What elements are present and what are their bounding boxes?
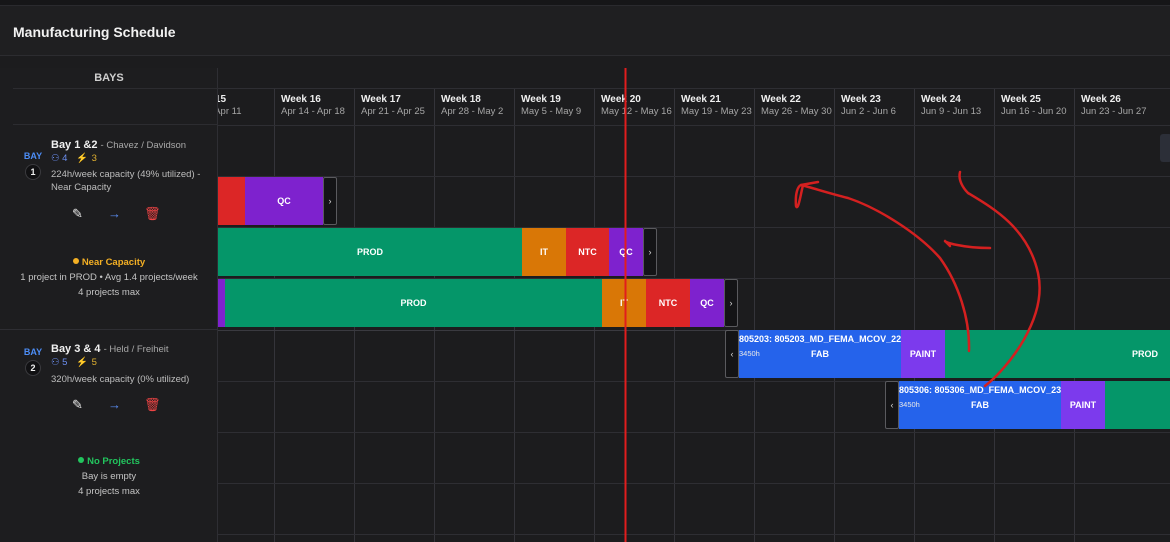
bay-capacity: 320h/week capacity (0% utilized) — [51, 374, 190, 385]
bay-name: Bay 3 & 4 - Held / Freiheit — [51, 343, 169, 355]
scrollbar-thumb[interactable] — [1160, 134, 1170, 162]
arrow-right-icon[interactable]: → — [108, 398, 121, 412]
bay-actions: ✎ → 🗑 — [72, 398, 162, 414]
bay-team: - Held / Freiheit — [103, 344, 169, 355]
bay-max: 4 projects max — [78, 287, 140, 298]
bay-state: No Projects — [0, 454, 218, 469]
users-icon: ⚇ — [51, 357, 60, 368]
bay-name-text: Bay 3 & 4 — [51, 343, 101, 355]
bay-team: - Chavez / Davidson — [100, 140, 187, 151]
bay-name-text: Bay 1 &2 — [51, 139, 98, 151]
window-top-strip — [0, 0, 1170, 6]
bay-capacity: 224h/week capacity (49% utilized) - Near… — [51, 169, 201, 193]
staff-count: 4 — [62, 153, 68, 164]
bays-header-spacer — [13, 88, 218, 125]
arrow-right-icon[interactable]: → — [108, 207, 121, 221]
annotation-arrow-head-1 — [943, 239, 992, 250]
power-count: 5 — [91, 357, 97, 368]
bolt-icon: ⚡ — [76, 153, 88, 164]
bay-row-2: BAY 2 Bay 3 & 4 - Held / Freiheit ⚇ 5 ⚡ … — [0, 330, 218, 542]
bay-badge: BAY 2 — [22, 347, 44, 376]
bay-state-text: No Projects — [87, 456, 140, 467]
status-dot — [72, 258, 79, 264]
bay-name: Bay 1 &2 - Chavez / Davidson — [51, 139, 186, 151]
bay-stats: ⚇ 5 ⚡ 5 — [51, 357, 97, 368]
pencil-icon[interactable]: ✎ — [72, 398, 83, 412]
bay-state: Near Capacity — [0, 255, 218, 270]
bays-header: BAYS — [94, 72, 124, 84]
bay-state-text: Near Capacity — [81, 257, 146, 268]
trash-icon[interactable]: 🗑 — [144, 398, 161, 412]
bay-number: 1 — [25, 164, 41, 180]
bay-tag: BAY — [23, 151, 43, 161]
bay-number: 2 — [25, 360, 41, 376]
bay-status: No Projects Bay is empty 4 projects max — [0, 454, 218, 499]
power-count: 3 — [91, 153, 97, 164]
bay-actions: ✎ → 🗑 — [72, 207, 162, 223]
status-dot — [78, 457, 85, 463]
bay-status: Near Capacity 1 project in PROD • Avg 1.… — [0, 255, 218, 300]
bay-summary: Bay is empty — [81, 471, 137, 482]
annotation-arrow-head-2 — [799, 180, 820, 187]
annotation-arrow-1 — [958, 170, 1041, 388]
bay-max: 4 projects max — [78, 486, 140, 497]
bay-tag: BAY — [23, 347, 43, 357]
bay-badge: BAY 1 — [22, 151, 44, 180]
trash-icon[interactable]: 🗑 — [144, 207, 161, 221]
page-title: Manufacturing Schedule — [13, 24, 176, 40]
annotation-arrow-2 — [794, 183, 971, 353]
bay-stats: ⚇ 4 ⚡ 3 — [51, 153, 97, 164]
bay-summary: 1 project in PROD • Avg 1.4 projects/wee… — [20, 272, 198, 283]
bolt-icon: ⚡ — [76, 357, 88, 368]
app-header: Manufacturing Schedule — [0, 0, 1170, 56]
overlay-annotations — [624, 68, 1041, 542]
pencil-icon[interactable]: ✎ — [72, 207, 83, 221]
schedule-grid[interactable]: ek 157 - Apr 11 Week 16Apr 14 - Apr 18 W… — [218, 68, 1170, 542]
bay-row-1: BAY 1 Bay 1 &2 - Chavez / Davidson ⚇ 4 ⚡… — [0, 125, 218, 330]
users-icon: ⚇ — [51, 153, 60, 164]
staff-count: 5 — [62, 357, 68, 368]
bays-panel: BAYS BAY 1 Bay 1 &2 - Chavez / Davidson … — [0, 68, 218, 542]
